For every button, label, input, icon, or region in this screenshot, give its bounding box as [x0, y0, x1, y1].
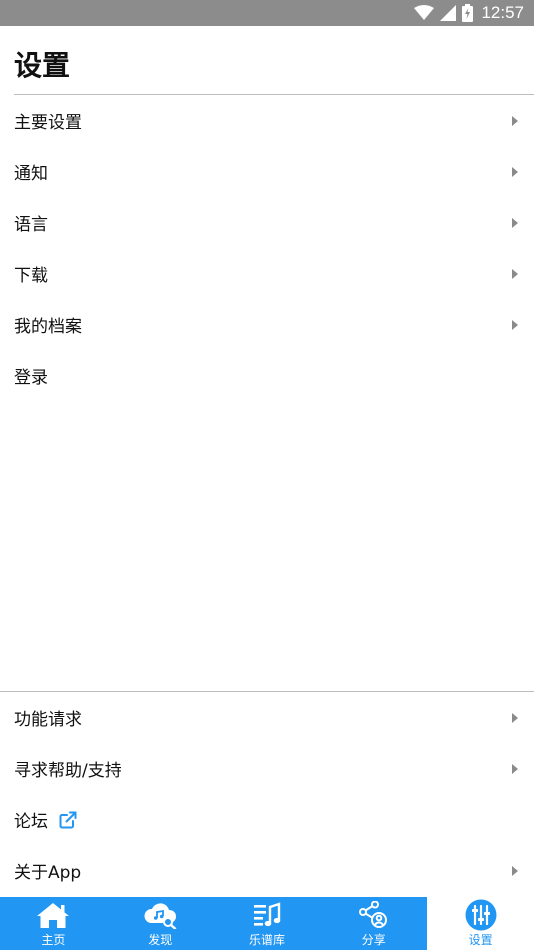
tab-discover[interactable]: 发现	[107, 897, 214, 950]
menu-item-help-support[interactable]: 寻求帮助/支持	[0, 743, 534, 794]
menu-item-label: 登录	[14, 368, 48, 388]
settings-menu: 主要设置 通知 语言 下载 我的档案 登录	[0, 95, 534, 401]
support-menu: 功能请求 寻求帮助/支持 论坛 关于App	[0, 692, 534, 896]
chevron-right-icon	[512, 268, 518, 279]
chevron-right-icon	[512, 166, 518, 177]
cloud-music-search-icon	[143, 900, 177, 930]
battery-icon	[462, 4, 474, 22]
menu-item-main-settings[interactable]: 主要设置	[0, 95, 534, 146]
tab-home[interactable]: 主页	[0, 897, 107, 950]
tab-music-library[interactable]: 乐谱库	[214, 897, 321, 950]
menu-item-language[interactable]: 语言	[0, 197, 534, 248]
wifi-icon	[414, 5, 435, 21]
chevron-right-icon	[512, 115, 518, 126]
menu-item-label: 我的档案	[14, 317, 82, 337]
tab-label: 设置	[468, 932, 493, 947]
menu-item-about-app[interactable]: 关于App	[0, 845, 534, 896]
tab-label: 主页	[41, 932, 66, 947]
signal-icon	[440, 5, 457, 21]
menu-item-label: 寻求帮助/支持	[14, 761, 122, 781]
bottom-tab-bar: 主页 发现 乐谱库 分享 设置	[0, 897, 534, 950]
status-bar: 12:57	[0, 0, 534, 26]
tab-label: 乐谱库	[248, 932, 285, 947]
page-title: 设置	[14, 49, 71, 82]
chevron-right-icon	[512, 712, 518, 723]
menu-item-feature-request[interactable]: 功能请求	[0, 692, 534, 743]
menu-item-label: 功能请求	[14, 710, 82, 730]
menu-item-label: 通知	[14, 164, 48, 184]
chevron-right-icon	[512, 319, 518, 330]
tab-share[interactable]: 分享	[320, 897, 427, 950]
chevron-right-icon	[512, 217, 518, 228]
menu-item-label: 语言	[14, 215, 48, 235]
menu-item-my-profile[interactable]: 我的档案	[0, 299, 534, 350]
status-time: 12:57	[481, 3, 524, 22]
tab-label: 发现	[148, 932, 173, 947]
music-library-icon	[250, 900, 284, 930]
menu-item-downloads[interactable]: 下载	[0, 248, 534, 299]
menu-item-login[interactable]: 登录	[0, 350, 534, 401]
share-icon	[357, 900, 391, 930]
tab-settings[interactable]: 设置	[427, 897, 534, 950]
forum-label-text: 论坛	[14, 812, 48, 832]
menu-item-forum[interactable]: 论坛	[0, 794, 534, 845]
tab-label: 分享	[361, 932, 386, 947]
settings-sliders-icon	[465, 899, 497, 930]
menu-item-label: 主要设置	[14, 113, 82, 133]
chevron-right-icon	[512, 865, 518, 876]
chevron-right-icon	[512, 763, 518, 774]
home-icon	[36, 900, 70, 930]
menu-item-label: 关于App	[14, 863, 82, 883]
menu-item-label: 论坛	[14, 807, 78, 832]
menu-item-label: 下载	[14, 266, 48, 286]
menu-item-notifications[interactable]: 通知	[0, 146, 534, 197]
external-link-icon	[58, 810, 78, 830]
